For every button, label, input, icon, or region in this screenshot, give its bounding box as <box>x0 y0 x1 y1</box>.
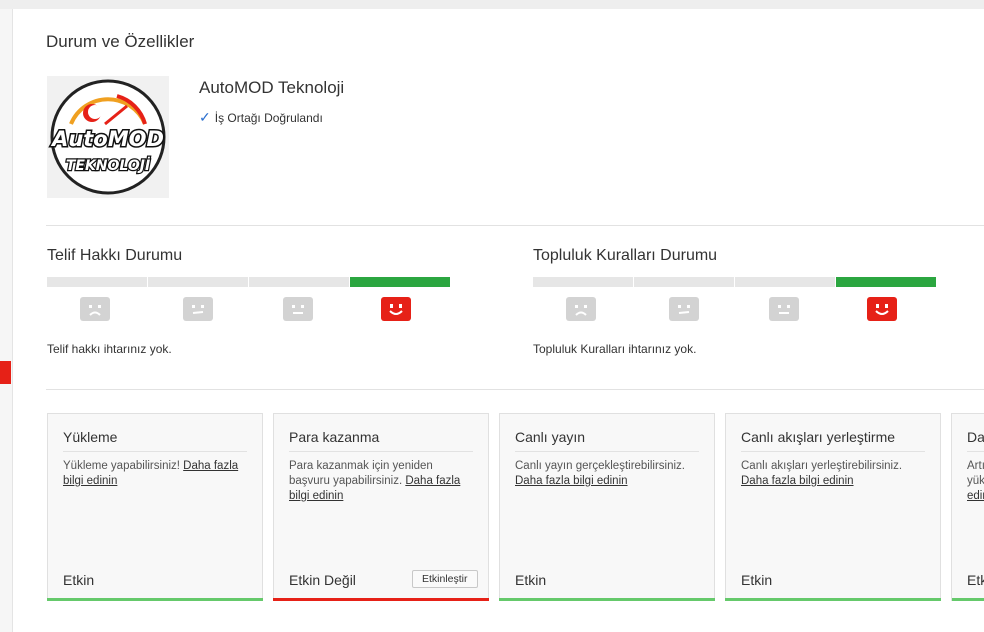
status-segment-active <box>836 277 936 287</box>
status-segment <box>249 277 349 287</box>
page-title: Durum ve Özellikler <box>46 32 195 51</box>
status-segment <box>47 277 147 287</box>
status-segment <box>148 277 248 287</box>
status-bar-enabled <box>499 598 715 601</box>
feature-card-upload: Yükleme Yükleme yapabilirsiniz! Daha faz… <box>47 413 263 601</box>
neutral-face-icon <box>183 297 213 321</box>
copyright-status: Telif Hakkı Durumu Telif hakkı ihtarınız… <box>47 247 451 367</box>
community-status: Topluluk Kuralları Durumu Topluluk Kural… <box>533 247 937 367</box>
neutral-face-icon <box>283 297 313 321</box>
card-desc-text: Artık 15 dakikadan uzun videolar yükleye… <box>967 460 984 487</box>
card-desc-text: Canlı yayın gerçekleştirebilirsiniz. <box>515 460 686 472</box>
verified-label: İş Ortağı Doğrulandı <box>214 110 323 125</box>
status-segment <box>634 277 734 287</box>
status-segment-active <box>350 277 450 287</box>
neutral-face-icon <box>669 297 699 321</box>
card-description: Canlı akışları yerleştirebilirsiniz. Dah… <box>741 459 925 489</box>
status-bar-enabled <box>47 598 263 601</box>
channel-name: AutoMOD Teknoloji <box>199 78 345 97</box>
section-divider <box>46 389 984 390</box>
sad-face-icon <box>80 297 110 321</box>
status-bar-disabled <box>273 598 489 601</box>
happy-face-icon <box>381 297 411 321</box>
status-bar-enabled <box>952 598 984 601</box>
status-segment <box>533 277 633 287</box>
feature-card-longer-videos: Daha uzun videolar Artık 15 dakikadan uz… <box>951 413 984 601</box>
learn-more-link[interactable]: Daha fazla bilgi edinin <box>741 475 854 487</box>
card-title: Daha uzun videolar <box>967 429 984 452</box>
card-description: Artık 15 dakikadan uzun videolar yükleye… <box>967 459 984 504</box>
community-status-title: Topluluk Kuralları Durumu <box>533 247 718 264</box>
card-desc-text: Yükleme yapabilirsiniz! <box>63 460 180 472</box>
card-state: Etkin <box>741 572 773 588</box>
card-title: Canlı yayın <box>515 429 699 452</box>
section-divider <box>46 225 984 226</box>
copyright-status-bar <box>47 277 450 287</box>
copyright-status-title: Telif Hakkı Durumu <box>47 247 183 264</box>
card-title: Yükleme <box>63 429 247 452</box>
card-state: Etkin <box>515 572 547 588</box>
card-state: Etkin <box>967 572 984 588</box>
community-status-message: Topluluk Kuralları ihtarınız yok. <box>533 342 697 356</box>
card-description: Canlı yayın gerçekleştirebilirsiniz. Dah… <box>515 459 699 489</box>
channel-logo: AutoMOD TEKNOLOJİ <box>47 76 169 198</box>
card-description: Para kazanmak için yeniden başvuru yapab… <box>289 459 473 504</box>
top-strip <box>0 0 984 9</box>
status-bar-enabled <box>725 598 941 601</box>
active-nav-marker <box>0 361 11 384</box>
feature-card-monetization: Para kazanma Para kazanmak için yeniden … <box>273 413 489 601</box>
sad-face-icon <box>566 297 596 321</box>
card-title: Para kazanma <box>289 429 473 452</box>
neutral-face-icon <box>769 297 799 321</box>
enable-button[interactable]: Etkinleştir <box>412 570 478 588</box>
left-sidebar-edge <box>0 9 13 632</box>
community-status-bar <box>533 277 936 287</box>
copyright-status-message: Telif hakkı ihtarınız yok. <box>47 342 172 356</box>
verified-badge: ✓ İş Ortağı Doğrulandı <box>199 109 323 126</box>
happy-face-icon <box>867 297 897 321</box>
feature-card-live-streaming: Canlı yayın Canlı yayın gerçekleştirebil… <box>499 413 715 601</box>
status-segment <box>735 277 835 287</box>
learn-more-link[interactable]: Daha fazla bilgi edinin <box>515 475 628 487</box>
svg-text:AutoMOD: AutoMOD <box>50 127 164 151</box>
checkmark-icon: ✓ <box>199 109 211 125</box>
svg-text:TEKNOLOJİ: TEKNOLOJİ <box>66 157 150 174</box>
card-description: Yükleme yapabilirsiniz! Daha fazla bilgi… <box>63 459 247 489</box>
card-title: Canlı akışları yerleştirme <box>741 429 925 452</box>
card-state: Etkin Değil <box>289 572 356 588</box>
card-desc-text: Canlı akışları yerleştirebilirsiniz. <box>741 460 903 472</box>
feature-card-embed-live: Canlı akışları yerleştirme Canlı akışlar… <box>725 413 941 601</box>
card-state: Etkin <box>63 572 95 588</box>
